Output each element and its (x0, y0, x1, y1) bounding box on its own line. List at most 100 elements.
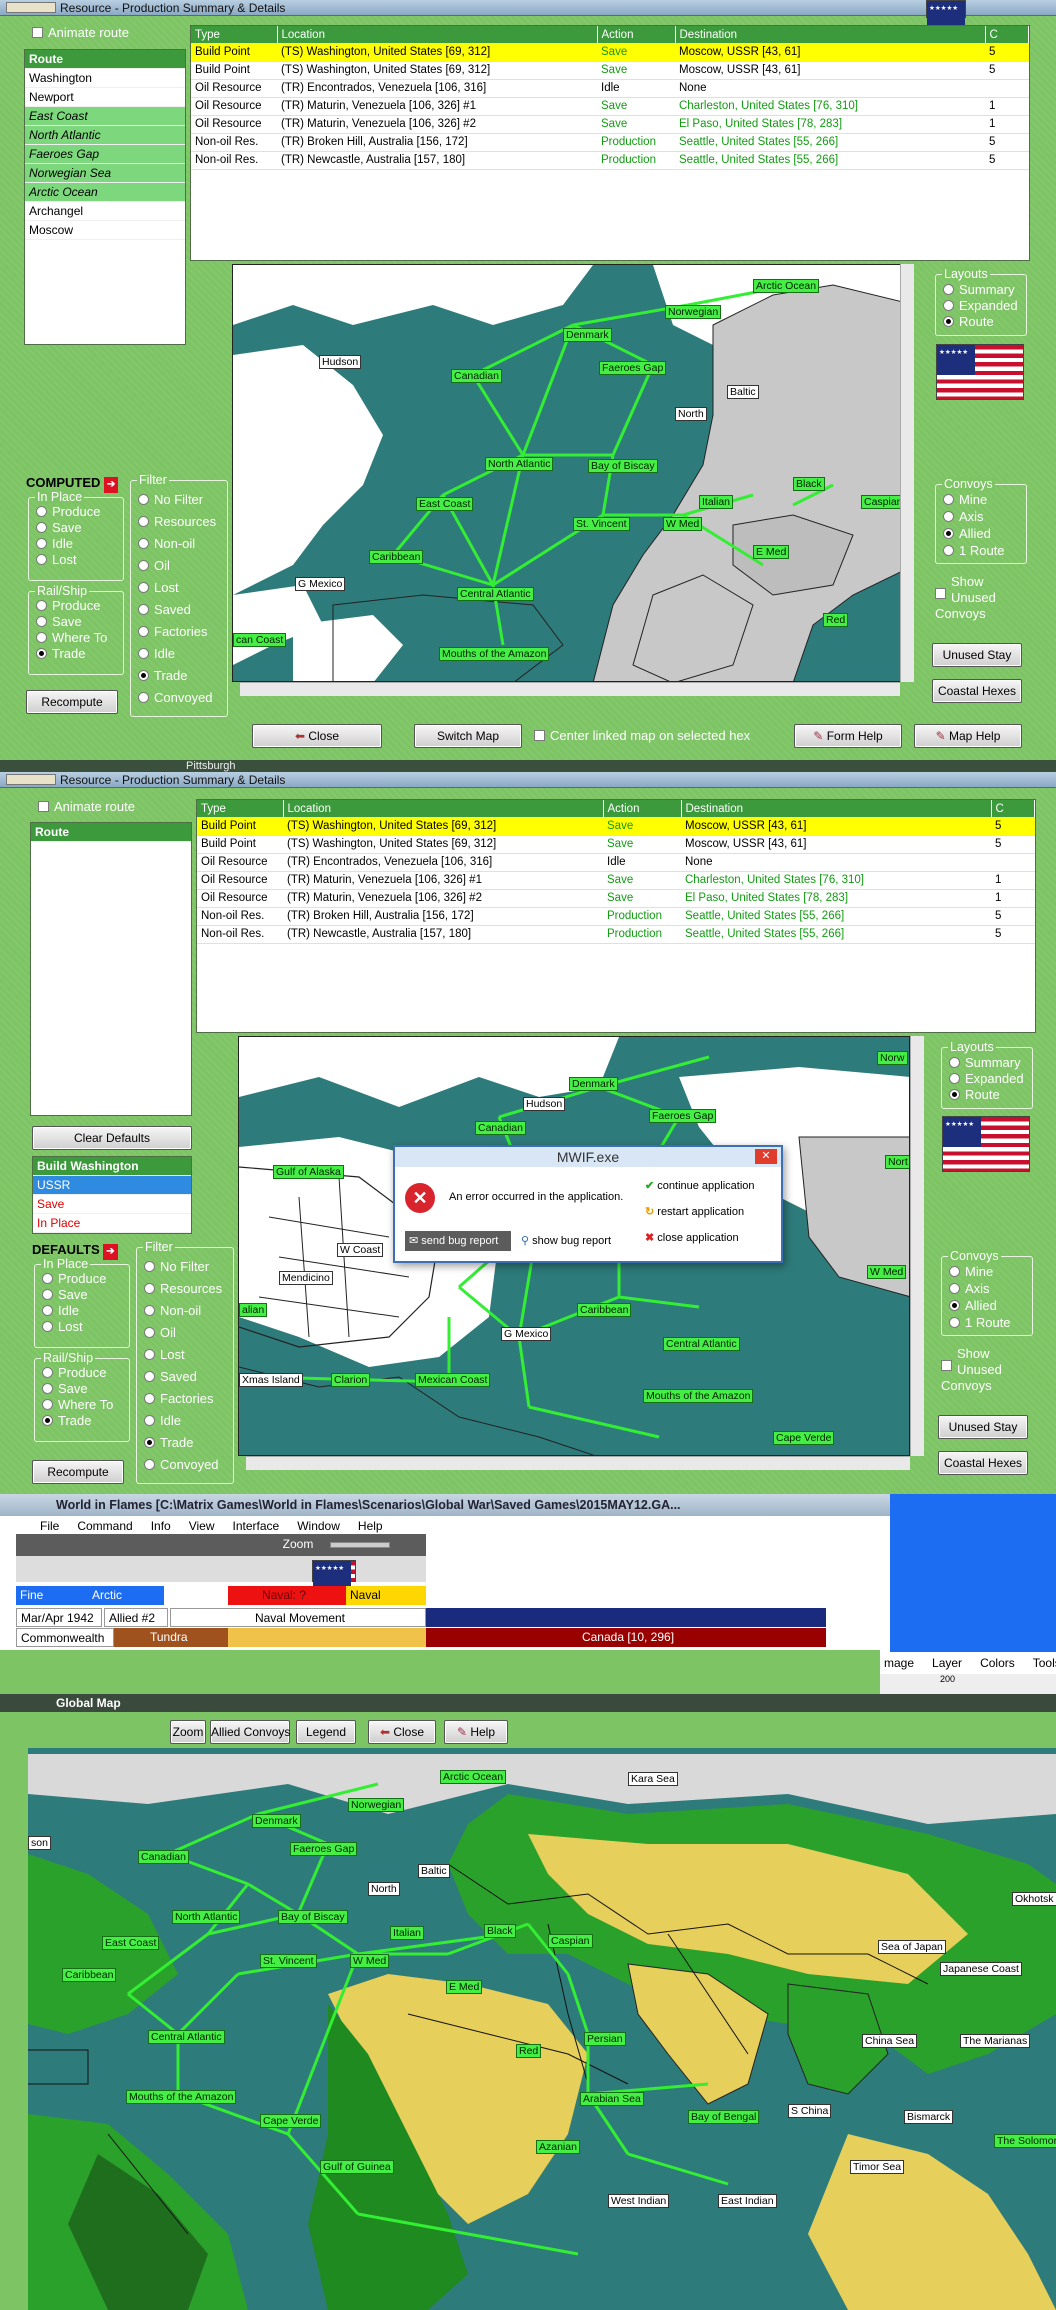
rail-ship-option[interactable]: Produce (36, 598, 100, 614)
route-list-item[interactable]: North Atlantic (25, 126, 185, 145)
right-menu-item[interactable]: Layer (932, 1656, 962, 1670)
map1-arctic-ocean[interactable]: Arctic Ocean (753, 279, 820, 293)
continue-option[interactable]: ✔ continue application (645, 1179, 755, 1192)
map1-st-vincent[interactable]: St. Vincent (573, 517, 630, 531)
close-button-1[interactable]: ⬅ Close (252, 724, 382, 748)
map1-red[interactable]: Red (823, 613, 849, 627)
map2-n-coast[interactable]: Nort (885, 1155, 909, 1169)
gm-mouths-amazon[interactable]: Mouths of the Amazon (126, 2090, 237, 2104)
table-row[interactable]: Oil Resource (TR) Encontrados, Venezuela … (197, 853, 1035, 872)
filter-option[interactable]: Lost (144, 1347, 185, 1363)
gm-bay-of-biscay[interactable]: Bay of Biscay (278, 1910, 348, 1924)
filter-option[interactable]: Oil (144, 1325, 176, 1341)
clear-defaults-button[interactable]: Clear Defaults (32, 1126, 192, 1150)
switch-map-button[interactable]: Switch Map (414, 724, 522, 748)
show-unused-convoys-1[interactable]: Show Unused Convoys (935, 574, 1025, 622)
unused-stay-button-2[interactable]: Unused Stay (938, 1415, 1028, 1439)
table-row[interactable]: Non-oil Res. (TR) Newcastle, Australia [1… (197, 925, 1035, 944)
col-destination-2[interactable]: Destination (681, 800, 992, 817)
filter-option[interactable]: Trade (144, 1435, 193, 1451)
menu-item[interactable]: View (189, 1519, 215, 1533)
menu-item[interactable]: Command (77, 1519, 132, 1533)
recompute-button-2[interactable]: Recompute (32, 1460, 124, 1484)
filter-option[interactable]: Resources (138, 514, 216, 530)
rail-ship-option[interactable]: Save (36, 614, 82, 630)
gm-caribbean[interactable]: Caribbean (62, 1968, 117, 1982)
gm-help-button[interactable]: ✎ Help (444, 1720, 508, 1744)
map1-east-coast[interactable]: East Coast (416, 497, 474, 511)
table-row[interactable]: Non-oil Res. (TR) Broken Hill, Australia … (197, 907, 1035, 926)
filter-option[interactable]: Resources (144, 1281, 222, 1297)
col-type[interactable]: Type (191, 26, 278, 43)
map2-mouths-amazon[interactable]: Mouths of the Amazon (643, 1389, 754, 1403)
gm-north-atlantic[interactable]: North Atlantic (172, 1910, 241, 1924)
table-row[interactable]: Build Point (TS) Washington, United State… (191, 61, 1029, 80)
route-list-item[interactable]: Archangel (25, 202, 185, 221)
right-menu-item[interactable]: Colors (980, 1656, 1015, 1670)
menu-item[interactable]: File (40, 1519, 59, 1533)
in-place-option[interactable]: Idle (42, 1303, 79, 1319)
in-place-option[interactable]: Produce (36, 504, 100, 520)
gm-black[interactable]: Black (484, 1924, 516, 1938)
filter-option[interactable]: Saved (144, 1369, 197, 1385)
gm-canadian[interactable]: Canadian (138, 1850, 189, 1864)
map1-denmark[interactable]: Denmark (563, 328, 612, 342)
gm-bay-of-bengal[interactable]: Bay of Bengal (688, 2110, 760, 2124)
col-destination[interactable]: Destination (675, 26, 986, 43)
filter-option[interactable]: Idle (138, 646, 175, 662)
map1-vscroll[interactable] (900, 264, 914, 682)
table-row[interactable]: Oil Resource (TR) Maturin, Venezuela [106… (197, 889, 1035, 908)
dialog-close-icon[interactable]: ✕ (755, 1149, 777, 1164)
map2-denmark[interactable]: Denmark (569, 1077, 618, 1091)
col-location-2[interactable]: Location (283, 800, 604, 817)
gm-allied-convoys-button[interactable]: Allied Convoys (210, 1720, 290, 1744)
gm-caspian[interactable]: Caspian (548, 1934, 593, 1948)
route-list-item[interactable]: Norwegian Sea (25, 164, 185, 183)
map1-faeroes-gap[interactable]: Faeroes Gap (599, 361, 667, 375)
filter-option[interactable]: Non-oil (144, 1303, 201, 1319)
menu-item[interactable]: Info (151, 1519, 171, 1533)
col-action-2[interactable]: Action (603, 800, 682, 817)
filter-option[interactable]: Oil (138, 558, 170, 574)
gm-the-solomons[interactable]: The Solomons (994, 2134, 1056, 2148)
send-bug-report-button[interactable]: ✉ send bug report (405, 1231, 511, 1251)
global-map[interactable]: Arctic Ocean Kara Sea Norwegian Denmark … (28, 1754, 1056, 2310)
filter-option[interactable]: Factories (138, 624, 207, 640)
coastal-hexes-button-2[interactable]: Coastal Hexes (938, 1451, 1028, 1475)
gm-norwegian[interactable]: Norwegian (348, 1798, 405, 1812)
gm-e-med[interactable]: E Med (446, 1980, 483, 1994)
map1-central-atlantic[interactable]: Central Atlantic (457, 587, 534, 601)
filter-option[interactable]: Convoyed (144, 1457, 219, 1473)
table-row[interactable]: Build Point (TS) Washington, United State… (197, 835, 1035, 854)
table-row[interactable]: Build Point (TS) Washington, United State… (191, 43, 1029, 62)
rail-ship-option[interactable]: Where To (36, 630, 107, 646)
gm-east-coast[interactable]: East Coast (102, 1936, 160, 1950)
route-list-item[interactable]: Moscow (25, 221, 185, 240)
gm-italian[interactable]: Italian (390, 1926, 425, 1940)
map1-north-atlantic[interactable]: North Atlantic (485, 457, 554, 471)
build-list-item[interactable]: In Place (33, 1214, 191, 1233)
in-place-option[interactable]: Save (42, 1287, 88, 1303)
map2-caribbean[interactable]: Caribbean (577, 1303, 632, 1317)
col-c[interactable]: C (985, 26, 1029, 43)
map1-caribbean[interactable]: Caribbean (369, 550, 424, 564)
filter-option[interactable]: Saved (138, 602, 191, 618)
route-list-item[interactable]: Newport (25, 88, 185, 107)
filter-option[interactable]: Non-oil (138, 536, 195, 552)
gm-denmark[interactable]: Denmark (252, 1814, 301, 1828)
animate-route-checkbox[interactable]: Animate route (32, 25, 129, 41)
map2-vscroll[interactable] (910, 1036, 924, 1456)
route-list-item[interactable]: Arctic Ocean (25, 183, 185, 202)
build-list-item[interactable]: USSR (33, 1176, 191, 1195)
filter-option[interactable]: Idle (144, 1413, 181, 1429)
table-row[interactable]: Oil Resource (TR) Maturin, Venezuela [106… (197, 871, 1035, 890)
table-row[interactable]: Non-oil Res. (TR) Broken Hill, Australia … (191, 133, 1029, 152)
show-unused-convoys-2[interactable]: Show Unused Convoys (941, 1346, 1031, 1394)
in-place-option[interactable]: Idle (36, 536, 73, 552)
table-row[interactable]: Build Point (TS) Washington, United State… (197, 817, 1035, 836)
build-list-item[interactable]: Save (33, 1195, 191, 1214)
route-list-item[interactable]: Washington (25, 69, 185, 88)
unused-stay-button-1[interactable]: Unused Stay (932, 643, 1022, 667)
gm-persian[interactable]: Persian (584, 2032, 626, 2046)
map2-norw[interactable]: Norw (877, 1051, 908, 1065)
